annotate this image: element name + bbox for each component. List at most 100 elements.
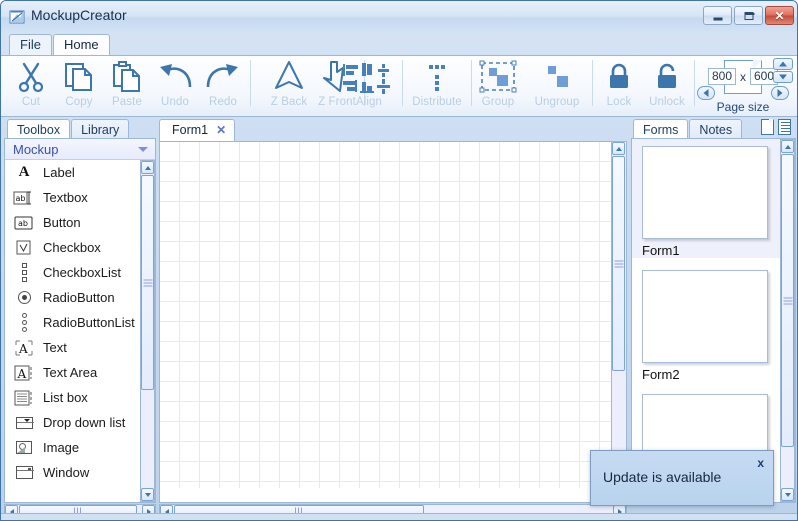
image-icon	[13, 441, 35, 454]
align-grid-icon	[341, 59, 397, 95]
align-button[interactable]: Align	[339, 56, 399, 117]
tool-item-text[interactable]: A Text	[5, 335, 141, 360]
form-list-item[interactable]: Form2	[632, 263, 780, 382]
cut-button[interactable]: Cut	[7, 56, 55, 117]
ungroup-button[interactable]: Ungroup	[525, 56, 589, 117]
scissors-icon	[16, 59, 46, 95]
chevron-down-icon[interactable]	[138, 147, 148, 152]
ribbon-group-lock: Lock Unlock	[595, 56, 698, 117]
ribbon-group-clipboard: Cut Copy Paste Undo Redo	[7, 56, 254, 117]
close-icon: ✕	[774, 8, 785, 23]
list-box-icon	[13, 390, 35, 406]
spin-up-icon	[615, 146, 622, 151]
form-thumbnail[interactable]	[642, 270, 768, 363]
page-size-left-button[interactable]	[697, 86, 715, 100]
tool-label: RadioButtonList	[43, 315, 135, 330]
tool-item-dropdownlist[interactable]: Drop down list	[5, 410, 141, 435]
canvas-vertical-scrollbar[interactable]	[611, 142, 626, 488]
ribbon-group-grouping: Group Ungroup	[471, 56, 596, 117]
tool-item-radiobutton[interactable]: RadioButton	[5, 285, 141, 310]
z-back-button[interactable]: Z Back	[265, 56, 313, 117]
page-size-up-button[interactable]	[773, 58, 793, 70]
new-document-icon[interactable]	[761, 119, 774, 135]
ungroup-icon	[537, 59, 577, 95]
notification-close-icon[interactable]: x	[757, 456, 764, 470]
new-note-icon[interactable]	[778, 119, 791, 135]
update-notification[interactable]: Update is available x	[590, 450, 774, 506]
tool-label: Textbox	[43, 190, 88, 205]
ribbon-tab-file[interactable]: File	[9, 34, 52, 55]
design-canvas-grid[interactable]	[160, 142, 612, 488]
toolbox-scroll-thumb[interactable]	[141, 175, 154, 390]
canvas-scroll-thumb[interactable]	[612, 156, 625, 371]
forms-scroll-up-button[interactable]	[781, 140, 794, 153]
tool-label: Text	[43, 340, 67, 355]
tab-notes[interactable]: Notes	[689, 119, 743, 140]
checkbox-list-icon	[13, 263, 35, 282]
tool-item-textbox[interactable]: ab Textbox	[5, 185, 141, 210]
toolbox-scroll-down-button[interactable]	[141, 488, 154, 501]
toolbox-scroll-up-button[interactable]	[141, 161, 154, 174]
toolbox-vertical-scrollbar[interactable]	[140, 160, 155, 502]
tool-item-window[interactable]: Window	[5, 460, 141, 480]
unlock-button[interactable]: Unlock	[643, 56, 691, 117]
tool-label: Button	[43, 215, 81, 230]
lock-label: Lock	[606, 96, 632, 108]
svg-text:A: A	[18, 342, 28, 356]
forms-scroll-thumb[interactable]	[781, 154, 794, 447]
form-thumbnail[interactable]	[642, 146, 768, 239]
document-tab-form1[interactable]: Form1 ✕	[159, 119, 236, 141]
redo-button[interactable]: Redo	[199, 56, 247, 117]
forms-vertical-scrollbar[interactable]	[780, 139, 795, 502]
group-button[interactable]: Group	[471, 56, 525, 117]
minimize-button[interactable]	[703, 6, 732, 25]
distribute-button[interactable]: Distribute	[406, 56, 468, 117]
tool-item-label[interactable]: A Label	[5, 160, 141, 185]
tab-toolbox[interactable]: Toolbox	[7, 119, 71, 140]
document-tabs: Form1 ✕	[159, 119, 236, 141]
forms-panel: Form1 Form2 Form3	[631, 119, 796, 503]
group-selection-icon	[478, 59, 518, 95]
undo-arrow-icon	[157, 59, 193, 95]
align-label: Align	[355, 96, 383, 108]
toolbox-category-header[interactable]: Mockup	[5, 139, 155, 160]
form-name: Form1	[642, 243, 680, 258]
design-canvas-area[interactable]	[159, 141, 627, 503]
page-size-down-button[interactable]	[773, 71, 793, 83]
tool-label: List box	[43, 390, 88, 405]
document-tab-close-icon[interactable]: ✕	[216, 120, 226, 141]
tool-item-radiobuttonlist[interactable]: RadioButtonList	[5, 310, 141, 335]
app-icon	[9, 9, 25, 25]
ribbon-separator	[250, 60, 251, 106]
tool-item-textarea[interactable]: A Text Area	[5, 360, 141, 385]
tab-library[interactable]: Library	[71, 119, 130, 140]
tab-forms[interactable]: Forms	[633, 119, 689, 140]
lock-open-icon	[654, 59, 680, 95]
page-size-right-button[interactable]	[771, 86, 789, 100]
form-list-item[interactable]: Form1	[632, 139, 780, 258]
forms-scroll-down-button[interactable]	[781, 488, 794, 501]
copy-button[interactable]: Copy	[55, 56, 103, 117]
page-size-nudge-group	[697, 86, 789, 100]
cut-label: Cut	[21, 96, 41, 108]
spin-up-icon	[779, 61, 787, 67]
tool-item-listbox[interactable]: List box	[5, 385, 141, 410]
maximize-button[interactable]	[734, 6, 763, 25]
close-button[interactable]: ✕	[765, 6, 794, 25]
paste-button[interactable]: Paste	[103, 56, 151, 117]
ribbon-tab-home[interactable]: Home	[52, 34, 110, 55]
page-width-value[interactable]: 800	[707, 68, 736, 85]
tool-item-button[interactable]: ab Button	[5, 210, 141, 235]
lock-button[interactable]: Lock	[595, 56, 643, 117]
canvas-scroll-up-button[interactable]	[612, 142, 625, 155]
label-A-icon: A	[18, 164, 30, 180]
tool-item-checkbox[interactable]: Checkbox	[5, 235, 141, 260]
tool-item-image[interactable]: Image	[5, 435, 141, 460]
tool-item-checkboxlist[interactable]: CheckboxList	[5, 260, 141, 285]
tool-label: RadioButton	[43, 290, 115, 305]
lock-closed-icon	[606, 59, 632, 95]
distribute-dots-icon	[421, 59, 453, 95]
tool-label: Drop down list	[43, 415, 126, 430]
arrow-right-icon	[777, 89, 783, 97]
undo-button[interactable]: Undo	[151, 56, 199, 117]
